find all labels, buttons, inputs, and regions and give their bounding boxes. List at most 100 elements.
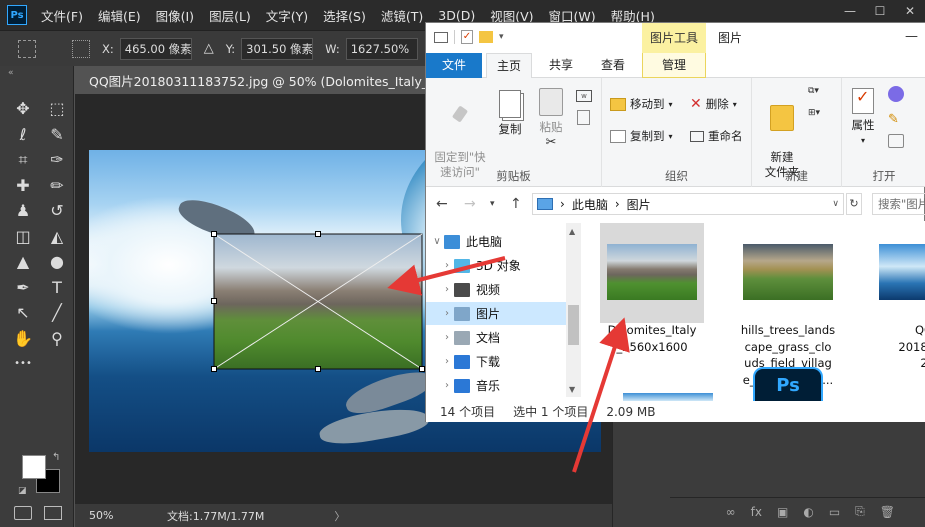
scissors-icon[interactable]: ✂ [534, 135, 568, 150]
delta-icon[interactable]: △ [204, 41, 214, 56]
properties-button[interactable]: 属性 ▾ [846, 88, 880, 148]
file-item-qq[interactable]: QQ 2018031 2 [872, 223, 925, 372]
breadcrumb-pictures[interactable]: 图片 [627, 196, 651, 213]
healing-tool-icon[interactable]: ✚ [10, 173, 36, 199]
nav-scrollbar[interactable]: ▲ ▼ [566, 223, 581, 397]
stamp-tool-icon[interactable]: ♟ [10, 198, 36, 224]
new-layer-icon[interactable]: ⎘ [855, 504, 865, 519]
chevron-right-icon[interactable]: › [440, 356, 454, 367]
menu-file[interactable]: 文件(F) [41, 6, 83, 25]
file-item-dolomites[interactable]: Dolomites_Italy _2560x1600 [600, 223, 704, 354]
quick-select-tool-icon[interactable]: ✎ [44, 122, 70, 148]
menu-filter[interactable]: 滤镜(T) [381, 6, 423, 25]
swap-colors-icon[interactable]: ↰ [52, 452, 60, 463]
rename-button[interactable]: 重命名 [690, 128, 743, 144]
collapse-icon[interactable]: « [8, 68, 14, 78]
nav-item[interactable]: ∨ 此电脑 [426, 230, 566, 253]
menu-layer[interactable]: 图层(L) [209, 6, 251, 25]
file-item-psd[interactable]: Ps [736, 367, 840, 401]
reference-point-icon[interactable] [18, 39, 36, 58]
copy-path-icon[interactable]: w [576, 90, 592, 102]
customize-qat-icon[interactable]: ▾ [499, 32, 504, 42]
window-icon[interactable] [434, 31, 448, 43]
menu-type[interactable]: 文字(Y) [266, 6, 308, 25]
quick-mask-icon[interactable] [14, 506, 32, 520]
tab-file[interactable]: 文件 [426, 53, 482, 78]
search-input[interactable]: 搜索"图片" [872, 193, 925, 215]
open-with-icon[interactable] [888, 86, 904, 102]
crop-tool-icon[interactable]: ⌗ [10, 147, 36, 173]
new-folder-icon[interactable] [479, 31, 493, 43]
nav-item[interactable]: › 下载 [426, 350, 566, 373]
minimize-button[interactable]: — [835, 0, 865, 24]
history-icon[interactable] [888, 134, 904, 148]
nav-item[interactable]: › 视频 [426, 278, 566, 301]
blur-tool-icon[interactable]: ▲ [10, 249, 36, 275]
chevron-right-icon[interactable]: › [440, 260, 454, 271]
edit-icon[interactable]: ✎ [888, 112, 899, 127]
transform-handle[interactable] [315, 366, 321, 372]
menu-image[interactable]: 图像(I) [156, 6, 194, 25]
new-folder-button[interactable]: 新建 文件夹 [760, 90, 804, 180]
w-field[interactable]: 1627.50% [345, 37, 418, 60]
chevron-right-icon[interactable]: › [440, 308, 454, 319]
tab-view[interactable]: 查看 [590, 53, 636, 78]
eraser-tool-icon[interactable]: ◫ [10, 224, 36, 250]
status-menu-icon[interactable]: 〉 [334, 508, 345, 524]
refresh-button[interactable]: ↻ [846, 193, 862, 215]
transform-handle[interactable] [315, 231, 321, 237]
trash-icon[interactable]: 🗑 [880, 505, 895, 519]
menu-edit[interactable]: 编辑(E) [98, 6, 141, 25]
history-brush-tool-icon[interactable]: ↺ [44, 198, 70, 224]
line-tool-icon[interactable]: ╱ [44, 300, 70, 326]
scroll-thumb[interactable] [568, 305, 579, 345]
close-button[interactable]: ✕ [895, 0, 925, 24]
zoom-tool-icon[interactable]: ⚲ [44, 326, 70, 352]
transform-handle[interactable] [211, 366, 217, 372]
chevron-right-icon[interactable]: › [440, 284, 454, 295]
nav-item[interactable]: › 图片 [426, 302, 566, 325]
dodge-tool-icon[interactable]: ● [44, 249, 70, 275]
copy-button[interactable]: 复制 [492, 90, 528, 137]
lasso-tool-icon[interactable]: ℓ [10, 122, 36, 148]
up-button[interactable]: ↑ [510, 193, 522, 215]
photoshop-logo[interactable]: Ps [7, 5, 27, 25]
paste-shortcut-icon[interactable] [577, 110, 590, 125]
zoom-level[interactable]: 50% [89, 509, 119, 522]
transform-handle[interactable] [211, 298, 217, 304]
document-tab[interactable]: QQ图片20180311183752.jpg @ 50% (Dolomites_… [75, 70, 430, 94]
tab-manage[interactable]: 管理 [642, 53, 706, 78]
pen-tool-icon[interactable]: ✒ [10, 275, 36, 301]
foreground-color-swatch[interactable] [22, 455, 46, 479]
transform-handle[interactable] [211, 231, 217, 237]
adjustment-layer-icon[interactable]: ◐ [803, 505, 813, 519]
delete-button[interactable]: ✕ 删除 ▾ [690, 96, 737, 112]
scroll-up-icon[interactable]: ▲ [569, 227, 575, 236]
x-field[interactable]: 465.00 像素 [119, 37, 192, 60]
path-select-tool-icon[interactable]: ↖ [10, 300, 36, 326]
pin-quick-access-button[interactable]: 固定到"快 速访问" [432, 90, 488, 180]
forward-button[interactable]: → [464, 193, 476, 215]
nav-item[interactable]: › 3D 对象 [426, 254, 566, 277]
scroll-down-icon[interactable]: ▼ [569, 385, 575, 394]
maximize-button[interactable]: ☐ [865, 0, 895, 24]
hand-tool-icon[interactable]: ✋ [10, 326, 36, 352]
group-icon[interactable]: ▭ [829, 505, 840, 519]
address-dropdown-icon[interactable]: ∨ [832, 199, 839, 209]
add-mask-icon[interactable]: ▣ [777, 505, 788, 519]
more-tools-icon[interactable]: ••• [10, 351, 36, 377]
paste-button[interactable]: 粘贴 ✂ [534, 88, 568, 150]
recent-locations-button[interactable]: ▾ [490, 193, 495, 215]
nav-item[interactable]: › 文档 [426, 326, 566, 349]
tab-home[interactable]: 主页 [486, 53, 532, 79]
chevron-down-icon[interactable]: ∨ [430, 236, 444, 247]
y-field[interactable]: 301.50 像素 [241, 37, 314, 60]
minimize-button[interactable]: — [905, 23, 918, 51]
copy-to-button[interactable]: 复制到 ▾ [610, 128, 673, 144]
menu-3d[interactable]: 3D(D) [438, 8, 475, 23]
default-colors-icon[interactable]: ◪ [18, 486, 27, 496]
back-button[interactable]: ← [436, 193, 448, 215]
address-bar[interactable]: › 此电脑 › 图片 ∨ [532, 193, 844, 215]
tab-share[interactable]: 共享 [538, 53, 584, 78]
brush-tool-icon[interactable]: ✏ [44, 173, 70, 199]
